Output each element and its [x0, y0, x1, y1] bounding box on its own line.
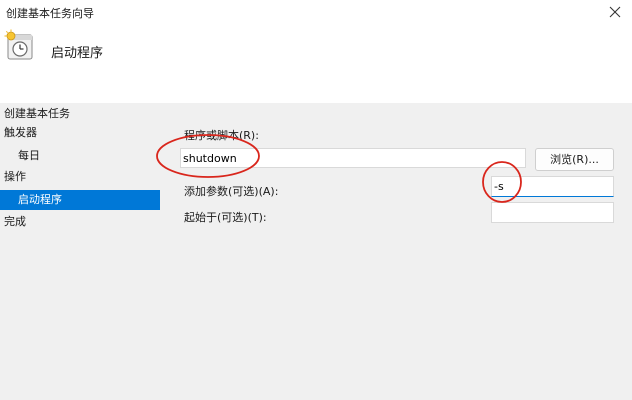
- start-in-label: 起始于(可选)(T):: [184, 211, 267, 224]
- nav-item-trigger[interactable]: 触发器: [0, 123, 160, 143]
- start-in-input[interactable]: [491, 202, 614, 223]
- nav-item-action[interactable]: 操作: [0, 167, 160, 187]
- window-title: 创建基本任务向导: [6, 7, 94, 20]
- program-label: 程序或脚本(R):: [184, 129, 259, 142]
- nav-item-daily[interactable]: 每日: [0, 146, 160, 166]
- task-wizard-window: 创建基本任务向导 启动程序 创建基本任务 触发器 每日 操作 启动程序 完成 程…: [0, 0, 632, 400]
- wizard-header: 启动程序: [0, 25, 632, 103]
- task-clock-icon: [4, 29, 33, 60]
- nav-heading: 创建基本任务: [4, 107, 70, 120]
- page-title: 启动程序: [51, 46, 104, 61]
- arguments-label: 添加参数(可选)(A):: [184, 185, 279, 198]
- browse-button[interactable]: 浏览(R)...: [535, 148, 614, 171]
- close-icon: [609, 6, 621, 18]
- title-bar: 创建基本任务向导: [0, 0, 632, 25]
- close-button[interactable]: [604, 2, 626, 22]
- nav-item-finish[interactable]: 完成: [0, 212, 160, 232]
- nav-item-start-program[interactable]: 启动程序: [0, 190, 160, 210]
- arguments-input[interactable]: [491, 176, 614, 197]
- program-input[interactable]: [180, 148, 526, 168]
